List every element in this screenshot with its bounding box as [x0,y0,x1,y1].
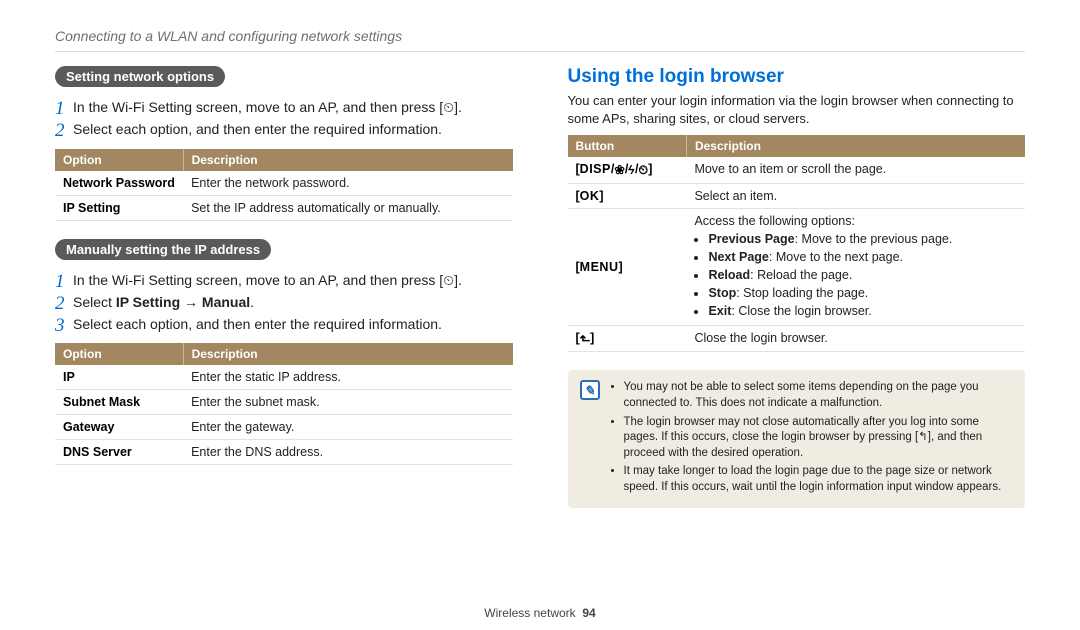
table-row: [OK] Select an item. [568,184,1026,209]
note-item: It may take longer to load the login pag… [624,464,1014,495]
section-pill: Manually setting the IP address [55,239,271,260]
table-row: Subnet MaskEnter the subnet mask. [55,390,513,415]
footer-label: Wireless network [484,606,575,620]
button-disp-combo: [DISP/❀/ϟ/] [568,157,687,184]
note-item: The login browser may not close automati… [624,415,1014,462]
steps-list: 1 In the Wi-Fi Setting screen, move to a… [55,270,513,334]
button-ok: [OK] [568,184,687,209]
note-icon: ✎ [580,380,600,400]
list-item: Exit: Close the login browser. [708,303,1017,320]
options-table: Option Description Network PasswordEnter… [55,149,513,221]
step-number: 1 [55,99,73,118]
return-icon [580,331,590,346]
step-text: Select IP Setting → Manual. [73,293,513,312]
left-column: Setting network options 1 In the Wi-Fi S… [55,66,513,594]
col-header-option: Option [55,149,183,171]
list-item: Previous Page: Move to the previous page… [708,231,1017,248]
buttons-table: Button Description [DISP/❀/ϟ/] Move to a… [568,135,1026,352]
col-header-description: Description [183,343,512,365]
step-number: 2 [55,121,73,140]
col-header-option: Option [55,343,183,365]
note-list: You may not be able to select some items… [610,380,1014,498]
col-header-button: Button [568,135,687,157]
step: 1 In the Wi-Fi Setting screen, move to a… [55,97,513,117]
table-row: IPEnter the static IP address. [55,365,513,390]
right-column: Using the login browser You can enter yo… [568,66,1026,594]
table-row: [DISP/❀/ϟ/] Move to an item or scroll th… [568,157,1026,184]
step-text: In the Wi-Fi Setting screen, move to an … [73,98,513,117]
step-number: 3 [55,316,73,335]
section-intro: You can enter your login information via… [568,92,1026,127]
table-row: DNS ServerEnter the DNS address. [55,440,513,465]
list-item: Reload: Reload the page. [708,267,1017,284]
step-number: 1 [55,272,73,291]
table-row: GatewayEnter the gateway. [55,415,513,440]
section-heading: Using the login browser [568,66,1026,88]
table-row: IP SettingSet the IP address automatical… [55,195,513,220]
col-header-description: Description [686,135,1025,157]
button-menu: [MENU] [568,209,687,326]
section-pill: Setting network options [55,66,225,87]
step-number: 2 [55,294,73,313]
list-item: Next Page: Move to the next page. [708,249,1017,266]
flash-icon: ϟ [627,163,636,177]
table-row: [MENU] Access the following options: Pre… [568,209,1026,326]
col-header-description: Description [183,149,512,171]
list-item: Stop: Stop loading the page. [708,285,1017,302]
step: 1 In the Wi-Fi Setting screen, move to a… [55,270,513,290]
menu-options-list: Previous Page: Move to the previous page… [694,231,1017,319]
ip-table: Option Description IPEnter the static IP… [55,343,513,465]
divider [55,51,1025,52]
note-item: You may not be able to select some items… [624,380,1014,411]
step-text: Select each option, and then enter the r… [73,120,513,139]
note-box: ✎ You may not be able to select some ite… [568,370,1026,508]
timer-icon [638,163,648,178]
step-text: Select each option, and then enter the r… [73,315,513,334]
manual-page: Connecting to a WLAN and configuring net… [0,0,1080,630]
page-number: 94 [582,606,595,620]
step: 2 Select each option, and then enter the… [55,119,513,139]
steps-list: 1 In the Wi-Fi Setting screen, move to a… [55,97,513,139]
page-footer: Wireless network 94 [55,594,1025,620]
step-text: In the Wi-Fi Setting screen, move to an … [73,271,513,290]
button-back: [] [568,326,687,352]
table-row: [] Close the login browser. [568,326,1026,352]
table-row: Network PasswordEnter the network passwo… [55,171,513,196]
macro-icon: ❀ [614,162,624,177]
step: 2 Select IP Setting → Manual. [55,292,513,312]
step: 3 Select each option, and then enter the… [55,314,513,334]
breadcrumb: Connecting to a WLAN and configuring net… [55,28,1025,44]
